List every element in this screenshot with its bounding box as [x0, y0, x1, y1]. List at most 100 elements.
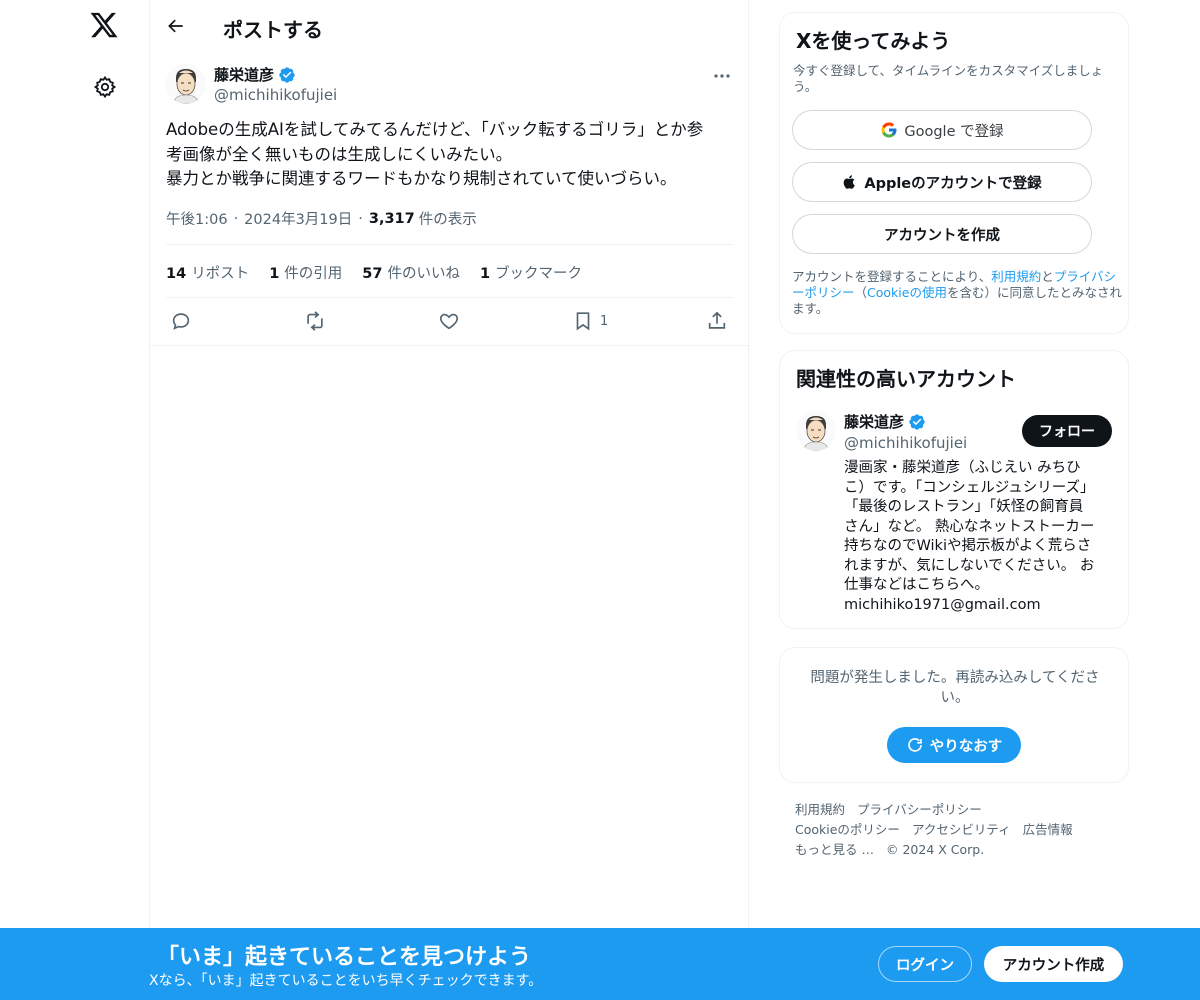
x-logo-icon[interactable] [89, 10, 121, 42]
terms-link[interactable]: 利用規約 [991, 269, 1041, 284]
footer-accessibility-link[interactable]: アクセシビリティ [912, 820, 1011, 840]
bookmarks-count: 1 [479, 266, 491, 282]
signup-subtitle: 今すぐ登録して、タイムラインをカスタマイズしましょう。 [793, 63, 1104, 94]
signup-button[interactable]: アカウント作成 [984, 946, 1123, 982]
footer-row: 利用規約 プライバシーポリシー [795, 800, 1125, 820]
related-accounts-card: 関連性の高いアカウント 藤栄道彦 @michihikofujiei フォロー 漫… [779, 350, 1129, 629]
error-message: 問題が発生しました。再読み込みしてください。 [810, 670, 1100, 706]
bookmark-button[interactable]: 1 [572, 308, 608, 334]
reposts-label: リポスト [191, 266, 250, 282]
footer-copyright: © 2024 X Corp. [885, 842, 985, 857]
footer-privacy-link[interactable]: プライバシーポリシー [857, 800, 982, 820]
footer-cookie-link[interactable]: Cookieのポリシー [795, 820, 900, 840]
reply-button[interactable] [170, 308, 192, 334]
main-column: ポストする 藤栄道彦 @michihikofujiei Adobeの生成AIを試… [149, 0, 750, 1000]
footer-row: Cookieのポリシー アクセシビリティ 広告情報 [795, 820, 1125, 840]
tweet-stats: 14 リポスト 1 件の引用 57 件のいいね 1 ブックマーク [166, 262, 582, 283]
retry-button[interactable]: やりなおす [887, 727, 1021, 763]
views-label: 件の表示 [418, 212, 477, 228]
repost-button[interactable] [304, 308, 326, 334]
more-options-icon[interactable] [710, 66, 734, 86]
bio-line: 持ちなのでWikiや掲示板がよく荒らさ [844, 538, 1092, 554]
like-button[interactable] [438, 308, 460, 334]
footer-terms-link[interactable]: 利用規約 [795, 800, 845, 820]
bio-line: 仕事などはこちらへ。 [844, 577, 989, 593]
arrow-left-icon[interactable] [166, 16, 188, 38]
tweet-text-line: 考画像が全く無いものは生成しにくいみたい。 [166, 144, 513, 164]
related-account-name[interactable]: 藤栄道彦 [844, 411, 926, 432]
related-account-handle[interactable]: @michihikofujiei [844, 434, 967, 452]
legal-notice: アカウントを登録することにより、利用規約とプライバシーポリシー（Cookieの使… [792, 269, 1122, 317]
related-name-text[interactable]: 藤栄道彦 [844, 411, 904, 432]
signup-title: Xを使ってみよう [796, 29, 951, 53]
footer-ads-link[interactable]: 広告情報 [1023, 820, 1073, 840]
apple-signup-button[interactable]: Appleのアカウントで登録 [792, 162, 1092, 202]
tweet-date[interactable]: 2024年3月19日 [244, 208, 352, 229]
bio-line: こ）です。「コンシェルジュシリーズ」 [844, 479, 1095, 496]
bio-line: michihiko1971@gmail.com [844, 596, 1041, 613]
repost-icon [304, 310, 326, 332]
views-count: 3,317 [368, 210, 415, 227]
tweet-actions: 1 [166, 308, 734, 334]
follow-button[interactable]: フォロー [1022, 415, 1112, 447]
avatar[interactable] [796, 411, 836, 451]
likes-stat[interactable]: 57 件のいいね [362, 262, 460, 283]
tweet-author: 藤栄道彦 @michihikofujiei [166, 64, 734, 108]
legal-paren: （ [854, 285, 868, 300]
quotes-stat[interactable]: 1 件の引用 [269, 262, 342, 283]
google-icon [880, 121, 898, 139]
verified-badge-icon [278, 66, 296, 84]
avatar[interactable] [166, 64, 206, 104]
divider [150, 345, 750, 346]
author-name-text[interactable]: 藤栄道彦 [214, 64, 274, 85]
tweet-time[interactable]: 午後1:06 [166, 208, 228, 229]
login-button[interactable]: ログイン [878, 946, 972, 982]
left-nav [75, 0, 135, 1000]
quotes-count: 1 [269, 266, 280, 282]
signup-card: Xを使ってみよう 今すぐ登録して、タイムラインをカスタマイズしましょう。 Goo… [779, 12, 1129, 334]
tweet-text-line: Adobeの生成AIを試してみてるんだけど、「バック転するゴリラ」とか参 [166, 120, 704, 139]
footer-row: もっと見る … © 2024 X Corp. [795, 840, 1125, 860]
divider [166, 297, 734, 298]
share-button[interactable] [706, 308, 728, 334]
tweet-text-line: 暴力とか戦争に関連するワードもかなり規制されていて使いづらい。 [166, 169, 677, 188]
footer-more-link[interactable]: もっと見る … [795, 840, 874, 860]
likes-count: 57 [362, 266, 383, 282]
footer: 利用規約 プライバシーポリシー Cookieのポリシー アクセシビリティ 広告情… [795, 800, 1125, 860]
bio-line: 「最後のレストラン」「妖怪の飼育員 [844, 499, 1084, 515]
meta-separator: · [233, 210, 239, 227]
bio-line: 漫画家・藤栄道彦（ふじえい みちひ [844, 460, 1081, 476]
author-handle[interactable]: @michihikofujiei [214, 86, 337, 104]
google-signup-label: Google で登録 [904, 123, 1004, 140]
cookie-link[interactable]: Cookieの使用 [867, 285, 947, 300]
author-name[interactable]: 藤栄道彦 [214, 64, 296, 85]
heart-icon [438, 310, 460, 332]
create-account-label: アカウントを作成 [884, 227, 1000, 244]
reply-icon [170, 310, 192, 332]
apple-signup-label: Appleのアカウントで登録 [864, 175, 1042, 192]
error-card: 問題が発生しました。再読み込みしてください。 やりなおす [779, 647, 1129, 783]
bottom-signup-bar: 「いま」起きていることを見つけよう Xなら、「いま」起きていることをいち早くチェ… [0, 928, 1200, 1000]
top-bar: ポストする [150, 0, 750, 53]
verified-badge-icon [908, 413, 926, 431]
tweet-meta: 午後1:06 · 2024年3月19日 · 3,317 件の表示 [166, 208, 477, 229]
retry-label: やりなおす [929, 738, 1003, 755]
bio-line: さん」など。 熱心なネットストーカー [844, 518, 1095, 535]
bottom-bar-title: 「いま」起きていることを見つけよう [157, 945, 532, 970]
reposts-stat[interactable]: 14 リポスト [166, 262, 249, 283]
google-signup-button[interactable]: Google で登録 [792, 110, 1092, 150]
apple-icon [842, 173, 858, 191]
create-account-button[interactable]: アカウントを作成 [792, 214, 1092, 254]
reposts-count: 14 [166, 266, 187, 282]
related-title: 関連性の高いアカウント [796, 367, 1016, 391]
legal-prefix: アカウントを登録することにより、 [792, 269, 992, 284]
bio-line: れますが、気にしないでください。 お [844, 557, 1095, 574]
quotes-label: 件の引用 [284, 266, 343, 282]
page-title: ポストする [223, 18, 323, 42]
tweet-text: Adobeの生成AIを試してみてるんだけど、「バック転するゴリラ」とか参 考画像… [166, 118, 734, 192]
meta-separator: · [358, 210, 363, 227]
bookmarks-stat[interactable]: 1 ブックマーク [480, 262, 582, 283]
likes-label: 件のいいね [387, 266, 460, 282]
gear-icon[interactable] [93, 75, 117, 99]
bookmark-count: 1 [600, 313, 609, 329]
